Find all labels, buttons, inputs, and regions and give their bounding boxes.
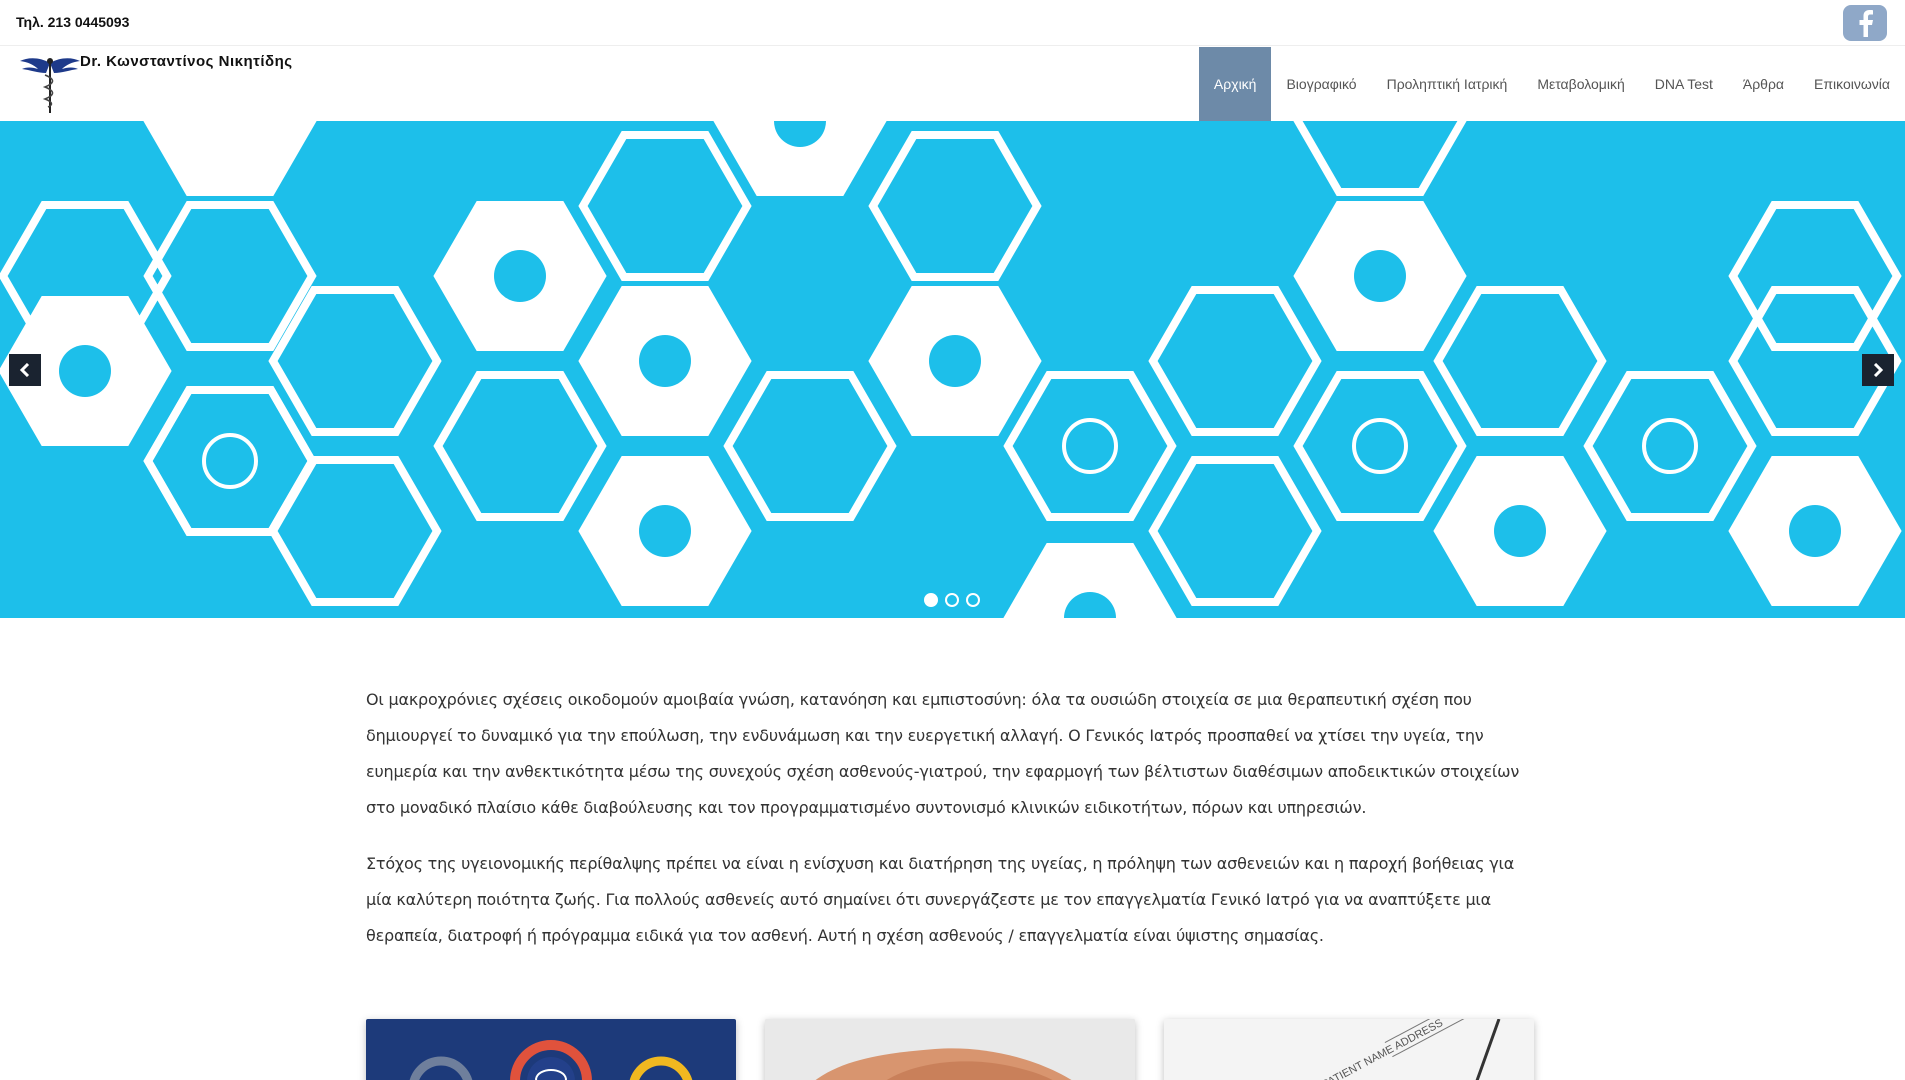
slider-dot-1[interactable] [924,593,938,607]
nav-contact[interactable]: Επικοινωνία [1799,47,1905,121]
hero-slider[interactable] [0,121,1905,618]
feature-card-patient-form[interactable]: PATIENT NAME ADDRESS [1164,1019,1534,1080]
slider-next-button[interactable] [1862,354,1894,386]
nav-preventive-medicine[interactable]: Προληπτική Ιατρική [1372,47,1523,121]
slider-hexagon [1433,286,1607,436]
nav-biography[interactable]: Βιογραφικό [1271,47,1371,121]
slider-hexagon [1293,121,1467,196]
first-aid-kit-icon [1642,418,1698,474]
intro-paragraph-1: Οι μακροχρόνιες σχέσεις οικοδομούν αμοιβ… [366,690,1520,817]
heartbeat-icon [59,345,111,397]
slider-dots [924,593,980,607]
nav-dna-test[interactable]: DNA Test [1640,47,1728,121]
caduceus-icon [639,335,691,387]
main-nav: Αρχική Βιογραφικό Προληπτική Ιατρική Μετ… [1198,47,1905,121]
slider-hexagon [1148,456,1322,606]
caduceus-wings-icon[interactable] [18,53,82,115]
slider-hexagon [723,371,897,521]
slider-hexagon-pattern [0,121,1902,618]
phone-number: Τηλ. 213 0445093 [16,14,130,30]
slider-hexagon [1293,371,1467,521]
drop-icon [1354,250,1406,302]
slider-hexagon [1148,286,1322,436]
intro-paragraph-2: Στόχος της υγειονομικής περίθαλψης πρέπε… [366,854,1515,945]
nav-home[interactable]: Αρχική [1198,47,1272,121]
slider-hexagon [868,131,1042,281]
molecule-icon [1062,418,1118,474]
site-header: Dr. Κωνσταντίνος Νικητίδης Αρχική Βιογρα… [0,47,1905,121]
slider-hexagon [1583,371,1757,521]
slider-dot-2[interactable] [945,593,959,607]
slider-hexagon [143,201,317,351]
feature-card-brain[interactable] [366,1019,736,1080]
nav-metabolomics[interactable]: Μεταβολομική [1522,47,1639,121]
pills-icon [494,250,546,302]
slider-hexagon [578,131,752,281]
gender-icon [202,433,258,489]
feature-card-hands[interactable] [765,1019,1135,1080]
top-bar: Τηλ. 213 0445093 [0,0,1905,46]
intro-content: Οι μακροχρόνιες σχέσεις οικοδομούν αμοιβ… [366,682,1538,974]
slider-hexagon [143,386,317,536]
hospital-h-icon [639,505,691,557]
facebook-icon[interactable] [1843,5,1887,41]
slider-hexagon [1003,371,1177,521]
slider-hexagon [433,371,607,521]
slider-prev-button[interactable] [9,354,41,386]
slider-hexagon [268,286,442,436]
medical-cross-icon [929,335,981,387]
thermometer-icon [1494,505,1546,557]
slider-dot-3[interactable] [966,593,980,607]
site-brand[interactable]: Dr. Κωνσταντίνος Νικητίδης [80,53,293,70]
slider-hexagon [143,121,317,196]
wheelchair-icon [1789,505,1841,557]
nav-articles[interactable]: Άρθρα [1728,47,1799,121]
star-of-life-icon [1352,418,1408,474]
